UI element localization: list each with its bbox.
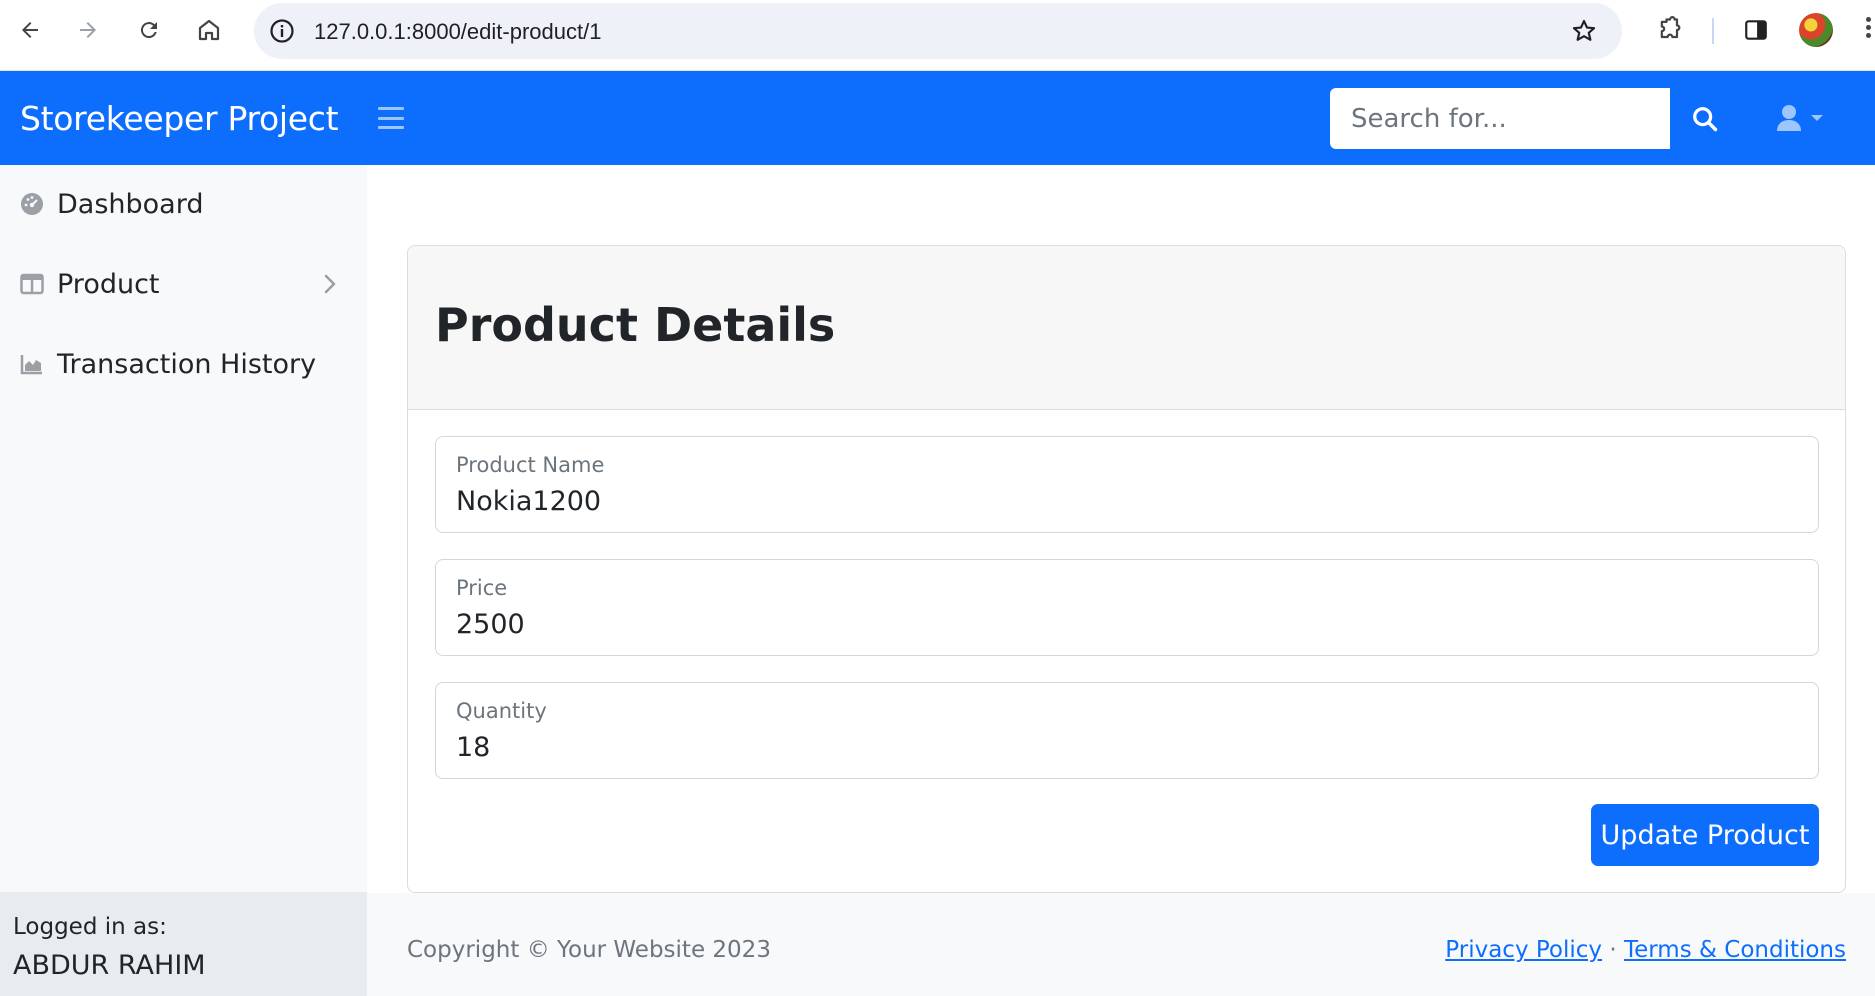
caret-down-icon	[1811, 115, 1823, 121]
card-header: Product Details	[408, 246, 1845, 410]
sidebar: Dashboard Product Transaction History Lo…	[0, 165, 367, 996]
sidebar-item-product[interactable]: Product	[0, 249, 367, 319]
terms-conditions-link[interactable]: Terms & Conditions	[1624, 937, 1846, 963]
sidebar-item-label: Dashboard	[57, 188, 204, 220]
browser-menu-icon[interactable]	[1858, 14, 1875, 46]
quantity-input[interactable]	[456, 729, 1796, 765]
privacy-policy-link[interactable]: Privacy Policy	[1445, 937, 1602, 963]
side-panel-icon[interactable]	[1740, 14, 1772, 46]
search-input[interactable]	[1330, 88, 1670, 149]
user-menu-dropdown[interactable]	[1776, 99, 1836, 137]
sidebar-item-label: Transaction History	[57, 348, 317, 380]
bookmark-star-icon[interactable]	[1568, 15, 1600, 47]
logged-in-user-name: ABDUR RAHIM	[13, 950, 206, 981]
sidebar-toggle-icon[interactable]	[378, 107, 404, 129]
reload-icon[interactable]	[133, 14, 165, 46]
search-icon	[1693, 106, 1718, 131]
product-details-card: Product Details Product Name Price Quant…	[407, 245, 1846, 893]
sidebar-footer: Logged in as: ABDUR RAHIM	[0, 892, 367, 996]
tachometer-icon	[20, 192, 44, 216]
user-icon	[1777, 105, 1801, 131]
home-icon[interactable]	[193, 14, 225, 46]
copyright-text: Copyright © Your Website 2023	[407, 937, 771, 963]
page-title: Product Details	[435, 298, 836, 352]
product-name-label: Product Name	[456, 453, 605, 477]
search-button[interactable]	[1670, 88, 1740, 149]
extensions-puzzle-icon[interactable]	[1654, 14, 1686, 46]
browser-profile-avatar[interactable]	[1799, 13, 1833, 47]
back-arrow-icon[interactable]	[14, 14, 46, 46]
sidebar-item-transaction-history[interactable]: Transaction History	[0, 329, 367, 399]
quantity-field[interactable]: Quantity	[435, 682, 1819, 779]
url-text: 127.0.0.1:8000/edit-product/1	[314, 19, 602, 44]
product-name-input[interactable]	[456, 483, 1796, 519]
address-bar[interactable]: 127.0.0.1:8000/edit-product/1	[254, 3, 1622, 59]
sidebar-item-dashboard[interactable]: Dashboard	[0, 169, 367, 239]
sidebar-item-label: Product	[57, 268, 160, 300]
page-footer: Copyright © Your Website 2023 Privacy Po…	[367, 893, 1875, 996]
brand-title[interactable]: Storekeeper Project	[20, 99, 339, 138]
top-navbar: Storekeeper Project	[0, 71, 1875, 165]
site-info-icon[interactable]	[266, 15, 298, 47]
columns-icon	[20, 272, 44, 296]
toolbar-divider	[1712, 18, 1714, 44]
footer-separator: ·	[1609, 937, 1617, 963]
quantity-label: Quantity	[456, 699, 547, 723]
price-field[interactable]: Price	[435, 559, 1819, 656]
product-name-field[interactable]: Product Name	[435, 436, 1819, 533]
update-product-button[interactable]: Update Product	[1591, 804, 1819, 866]
chart-area-icon	[20, 352, 44, 376]
browser-toolbar: 127.0.0.1:8000/edit-product/1	[0, 0, 1875, 71]
price-label: Price	[456, 576, 508, 600]
logged-in-label: Logged in as:	[13, 914, 167, 940]
forward-arrow-icon[interactable]	[72, 14, 104, 46]
chevron-right-icon	[318, 272, 342, 296]
footer-links: Privacy Policy · Terms & Conditions	[1445, 937, 1846, 963]
price-input[interactable]	[456, 606, 1796, 642]
